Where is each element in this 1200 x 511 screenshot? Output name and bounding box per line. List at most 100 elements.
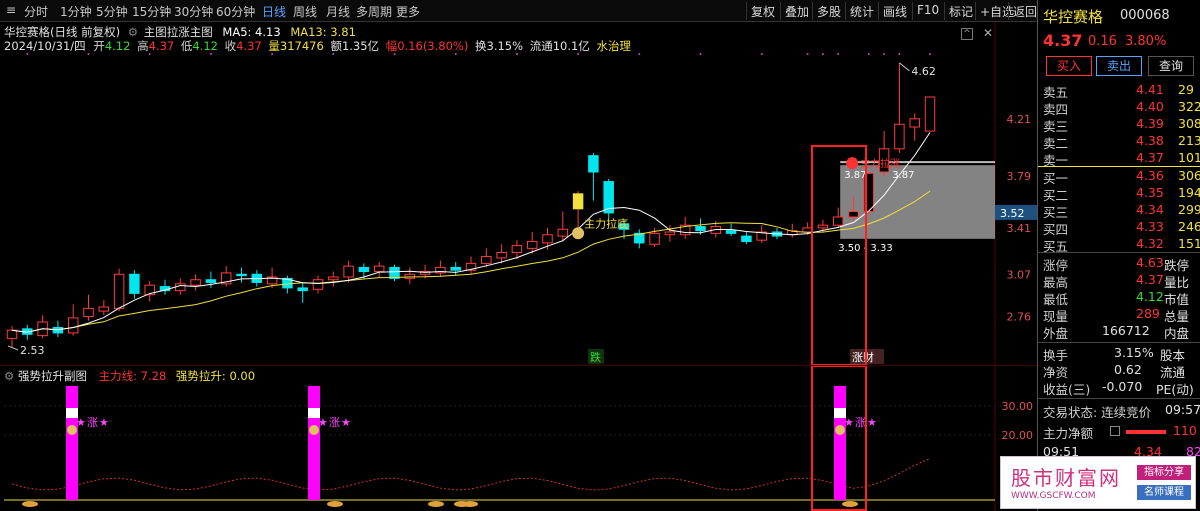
buy-button[interactable]: 买入 [1046,56,1092,76]
settings-icon[interactable]: ⚙ [128,25,138,39]
candle-body [312,279,324,290]
bottom-bubble [22,501,38,507]
main-kline-chart[interactable]: 4.21 3.79 3.41 3.07 2.76 3.52 4.62 2.53 3.87 3.87… [0,22,1037,365]
candle-body [205,279,217,283]
toolbar-button-1[interactable]: 叠加 [780,2,813,20]
period-tab-6[interactable]: 日线 [262,3,286,20]
candle-body [83,307,94,318]
kline-svg[interactable]: 4.21 3.79 3.41 3.07 2.76 3.52 4.62 2.53 3.87 3.87… [0,22,1037,365]
signal-dot [821,53,824,55]
period-tab-10[interactable]: 更多 [396,3,420,20]
high-label: 高 [137,39,149,53]
bid-row[interactable]: 买四 4.33 246 [1038,219,1200,237]
stat2-label: 收益(三) [1043,382,1091,397]
collapse-icon[interactable]: ^ [961,28,973,40]
stat-row: 涨停 4.63 跌停 [1038,255,1200,273]
candle-body [542,234,553,244]
gain-signal-icon [846,157,859,170]
stat-label-2: 内盘 [1164,326,1190,341]
bid-volume: 151 [1178,236,1200,251]
candle-body [557,228,569,237]
bid-row[interactable]: 买三 4.34 299 [1038,202,1200,220]
stat2-value: 3.15% [1114,345,1154,360]
sub-indicator-svg[interactable]: 30.0020.00★ 涨 ★ ★ 涨 ★ ★ 涨 ★ [0,366,1037,511]
low-marker-line [7,345,19,351]
sub-chart-header: ⚙ 强势拉升副图 主力线: 7.28 强势拉升: 0.00 [4,368,255,384]
close-icon[interactable]: ✕ [983,26,993,40]
ask-price: 4.40 [1136,99,1164,114]
high-marker-label: 4.62 [911,65,936,78]
watermark-title: 股市财富网 [1011,466,1121,490]
period-tab-8[interactable]: 月线 [326,3,350,20]
signal-dot [883,53,886,55]
period-tab-9[interactable]: 多周期 [356,3,392,20]
candle-body [6,329,18,339]
net-flow-value: 110 [1173,423,1197,438]
stat2-label-2: PE(动) [1156,382,1194,397]
period-tab-7[interactable]: 周线 [293,3,317,20]
period-tab-2[interactable]: 5分钟 [96,3,128,20]
period-tab-0[interactable]: 分时 [24,3,48,20]
candle-body [802,227,813,233]
stat-row: 现量 289 总量 [1038,306,1200,324]
ask-row[interactable]: 卖五 4.41 29 [1038,82,1200,100]
signal-label: 涨 [87,416,98,429]
stat2-value: 0.62 [1114,362,1142,377]
query-button[interactable]: 查询 [1148,56,1194,76]
expand-icon[interactable] [1110,426,1120,436]
period-tab-1[interactable]: 1分钟 [60,3,92,20]
theme-tag[interactable]: 水治理 [596,39,631,53]
cai-label: 涨财 [852,350,874,364]
net-flow-row: 主力净额 110 [1038,423,1200,441]
zone-top-label: 3.87 [892,170,914,181]
stat-row: 外盘 166712 内盘 [1038,323,1200,341]
indicator-name[interactable]: 主图拉涨主图 [144,25,213,39]
candle-body [389,266,400,279]
sub-chart-title[interactable]: 强势拉升副图 [18,369,87,383]
current-price-value: 4.37 [1043,31,1083,50]
signal-bar [834,386,846,500]
price-axis-label: 3.07 [1007,268,1032,281]
stat-value: 4.63 [1136,255,1164,270]
ask-row[interactable]: 卖四 4.40 322 [1038,99,1200,117]
trade-time: 09:57 [1165,402,1200,417]
period-tab-3[interactable]: 15分钟 [132,3,171,20]
sub-settings-icon[interactable]: ⚙ [4,369,14,383]
menu-icon[interactable]: ≡ [6,3,16,17]
signal-dot [837,53,840,55]
stat2-row: 净资 0.62 流通 [1038,362,1200,380]
toolbar-button-6[interactable]: 标记 [944,2,977,20]
pull-label: 主力拉底 [584,216,628,230]
fall-label: 跌 [590,350,601,364]
main-line-value: 7.28 [140,369,167,383]
bid-row[interactable]: 买二 4.35 194 [1038,185,1200,203]
stat2-value: -0.070 [1102,379,1143,394]
bid-price: 4.33 [1136,219,1164,234]
bid-row[interactable]: 买五 4.32 151 [1038,236,1200,254]
sub-indicator-chart[interactable]: 30.00 20.00 ★ 涨 ★ ★ 涨 ★ ★ 涨 ★ ⚙ 强势拉升副图 主力线: 7.28 强… [0,365,1037,511]
period-tab-4[interactable]: 30分钟 [174,3,213,20]
price-axis-label: 3.41 [1007,222,1032,235]
stat-value: 4.12 [1136,289,1164,304]
change-value: 幅0.16(3.80%) [385,39,469,53]
ask-row[interactable]: 卖二 4.38 213 [1038,133,1200,151]
period-tab-5[interactable]: 60分钟 [216,3,255,20]
toolbar-button-0[interactable]: 复权 [746,2,779,20]
period-toolbar: 分时 1分钟 5分钟 15分钟 30分钟 60分钟 日线 周线 月线 多周期 更多 ≡ 复权 叠加 多股统… [0,0,1037,22]
candle-body [175,283,186,292]
price-change-pct: 3.80% [1125,34,1167,49]
sell-button[interactable]: 卖出 [1096,56,1142,76]
price-axis-label: 4.21 [1007,113,1032,126]
candle-body [373,265,385,273]
toolbar-button-3[interactable]: 统计 [845,2,878,20]
sub-axis-label: 30.00 [1002,400,1034,413]
bid-row[interactable]: 买一 4.36 306 [1038,168,1200,186]
candle-body [328,276,339,281]
toolbar-button-5[interactable]: F10 [912,2,943,20]
toolbar-button-2[interactable]: 多股 [812,2,845,20]
bottom-bubble [428,501,444,507]
zone-top-left-label: 3.87 [844,170,866,181]
ask-row[interactable]: 卖一 4.37 101 [1038,150,1200,168]
toolbar-button-4[interactable]: 画线 [878,2,911,20]
ask-row[interactable]: 卖三 4.39 308 [1038,116,1200,134]
